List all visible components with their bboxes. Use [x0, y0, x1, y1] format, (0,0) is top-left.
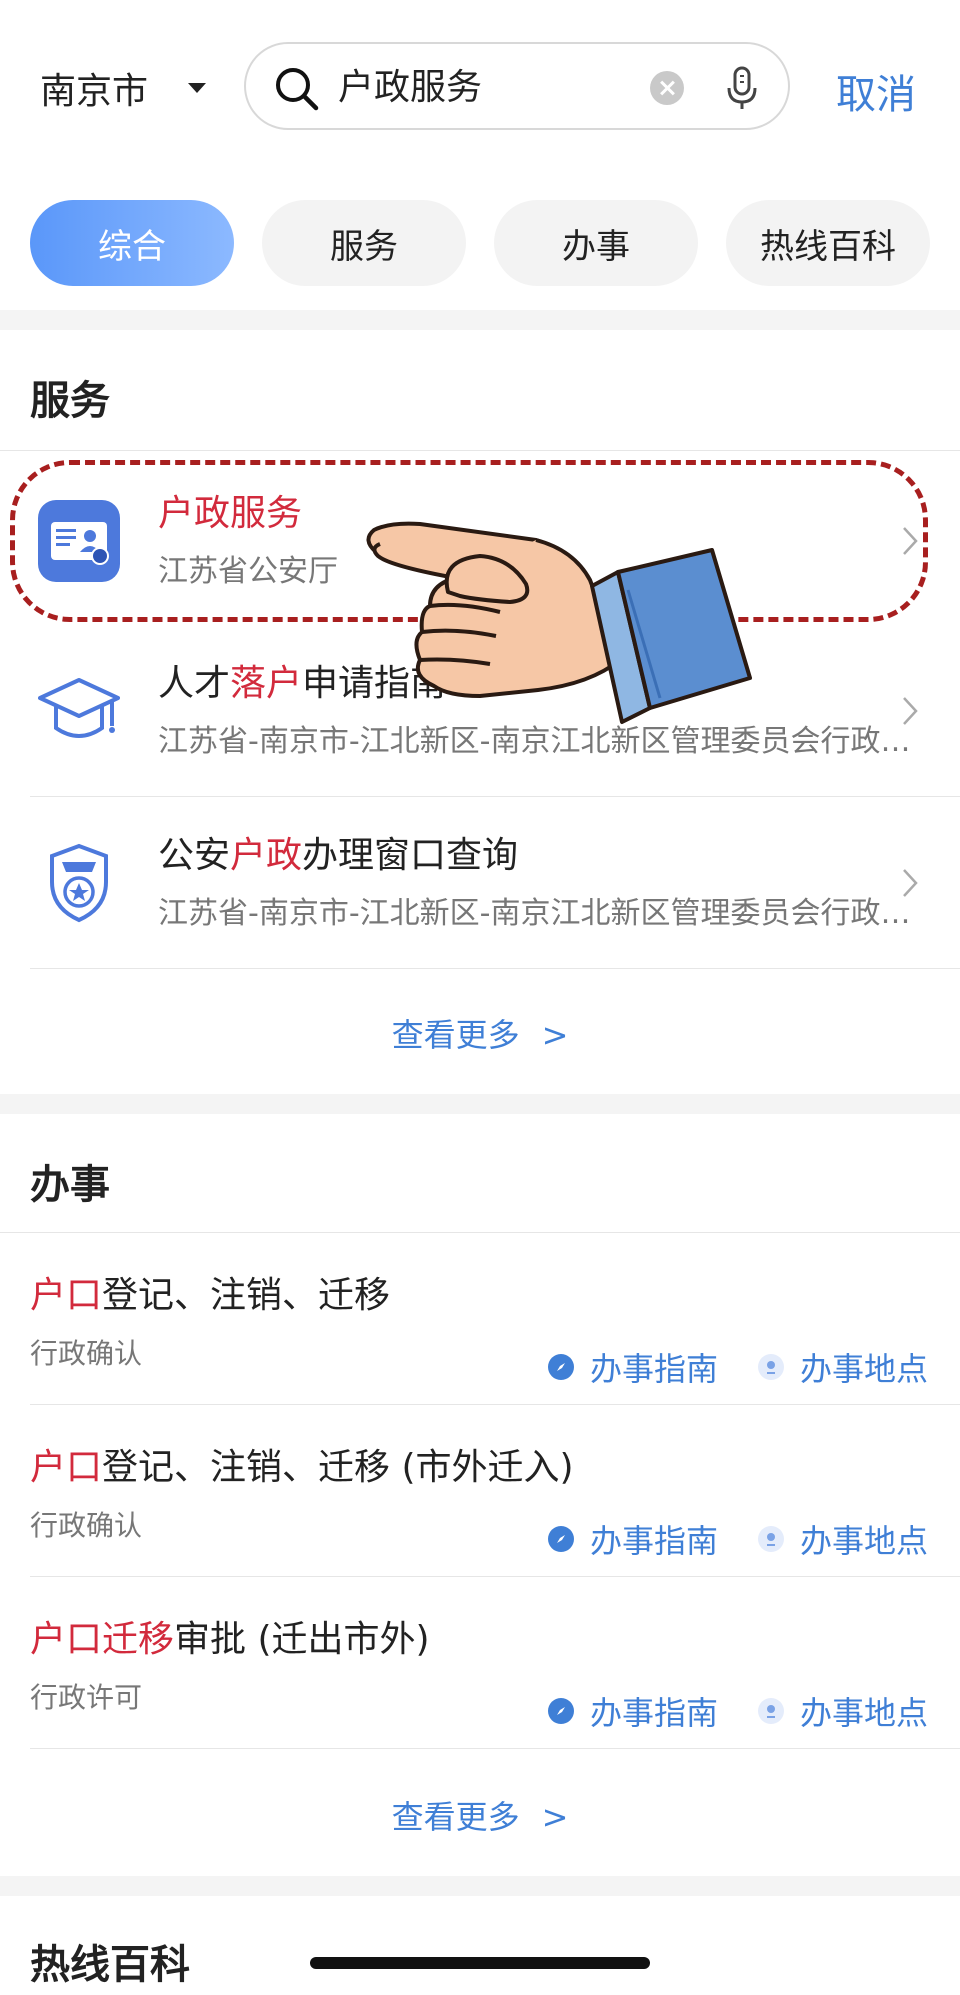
service-title-highlight: 户政服务: [158, 493, 303, 534]
compass-icon: [547, 1354, 574, 1380]
location-button[interactable]: 办事地点: [757, 1688, 928, 1734]
category-tabs: 综合 服务 办事 热线百科: [30, 200, 960, 286]
section-divider: [0, 1876, 960, 1896]
work-title: 户口登记、注销、迁移: [30, 1275, 391, 1316]
services-more-link[interactable]: 查看更多 >: [0, 1010, 960, 1056]
work-section-title: 办事: [30, 1162, 110, 1208]
hotline-section-title: 热线百科: [30, 1942, 190, 1988]
work-actions: 办事指南 办事地点: [508, 1688, 928, 1734]
home-indicator: [310, 1957, 650, 1969]
location-pin-icon: [757, 1698, 784, 1724]
section-divider: [0, 1094, 960, 1114]
chevron-right-icon: [903, 527, 918, 555]
guide-button[interactable]: 办事指南: [547, 1688, 718, 1734]
search-box[interactable]: 户政服务: [244, 42, 790, 130]
clear-icon[interactable]: [650, 71, 684, 105]
section-divider: [0, 310, 960, 330]
service-title: 公安户政办理窗口查询: [158, 835, 519, 876]
work-title: 户口登记、注销、迁移 (市外迁入): [30, 1447, 574, 1488]
work-actions: 办事指南 办事地点: [508, 1344, 928, 1390]
chevron-right-icon: [903, 697, 918, 725]
work-type: 行政确认: [30, 1337, 143, 1370]
divider: [0, 450, 960, 451]
guide-button[interactable]: 办事指南: [547, 1516, 718, 1562]
police-badge-icon: [50, 843, 108, 923]
search-icon: [276, 68, 319, 111]
top-bar: 南京市 户政服务 取消: [0, 0, 960, 180]
tab-affairs[interactable]: 办事: [494, 200, 698, 286]
tab-services[interactable]: 服务: [262, 200, 466, 286]
work-type: 行政确认: [30, 1509, 143, 1542]
services-section-title: 服务: [30, 378, 110, 424]
divider: [0, 1232, 960, 1233]
guide-button[interactable]: 办事指南: [547, 1344, 718, 1390]
id-card-icon: [38, 500, 120, 582]
city-label: 南京市: [40, 71, 149, 112]
tab-comprehensive[interactable]: 综合: [30, 200, 234, 286]
work-type: 行政许可: [30, 1681, 143, 1714]
service-item-police-window[interactable]: 公安户政办理窗口查询 江苏省-南京市-江北新区-南京江北新区管理委员会行政…: [0, 798, 960, 968]
compass-icon: [547, 1698, 574, 1724]
search-input[interactable]: 户政服务: [338, 66, 482, 110]
divider: [30, 1404, 960, 1405]
cancel-button[interactable]: 取消: [836, 62, 916, 120]
divider: [30, 968, 960, 969]
tab-hotline-wiki[interactable]: 热线百科: [726, 200, 930, 286]
city-selector[interactable]: 南京市: [40, 62, 207, 114]
compass-icon: [547, 1526, 574, 1552]
location-button[interactable]: 办事地点: [757, 1344, 928, 1390]
work-more-link[interactable]: 查看更多 >: [0, 1792, 960, 1838]
divider: [30, 1576, 960, 1577]
microphone-icon[interactable]: [724, 64, 760, 112]
location-button[interactable]: 办事地点: [757, 1516, 928, 1562]
caret-down-icon: [188, 83, 207, 93]
pointing-hand-icon: [366, 521, 752, 724]
divider: [30, 1748, 960, 1749]
work-title: 户口迁移审批 (迁出市外): [30, 1619, 430, 1660]
work-actions: 办事指南 办事地点: [508, 1516, 928, 1562]
service-title: 户政服务: [158, 484, 302, 536]
location-pin-icon: [757, 1354, 784, 1380]
location-pin-icon: [757, 1526, 784, 1552]
chevron-right-icon: [903, 869, 918, 897]
service-subtitle: 江苏省-南京市-江北新区-南京江北新区管理委员会行政…: [158, 896, 911, 931]
graduation-cap-icon: [38, 678, 120, 738]
